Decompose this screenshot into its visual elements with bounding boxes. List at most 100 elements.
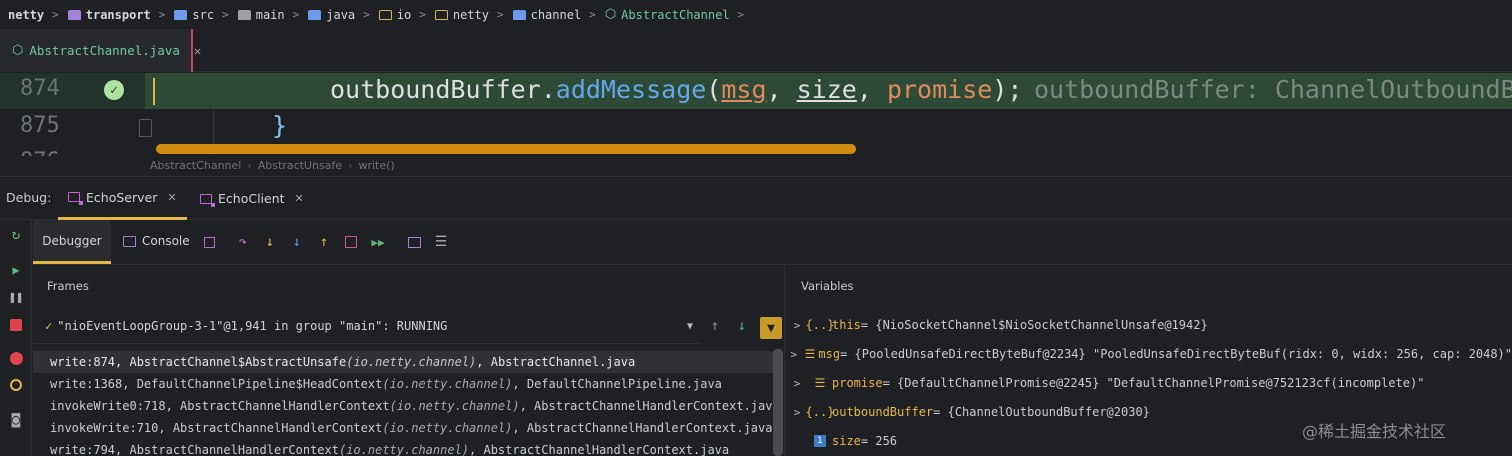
crumb-src[interactable]: src [174,8,214,22]
chevron-right-icon[interactable]: > [786,348,802,361]
object-icon: {..} [805,405,835,419]
step-over-icon[interactable]: ↷ [234,233,252,251]
inline-value-hint: outboundBuffer: ChannelOutboundBu [1034,75,1512,104]
text-caret [153,78,155,105]
mute-breakpoints-icon[interactable] [8,377,24,393]
debug-side-toolbar: ↻ ▶ ❚❚ ◙ [0,220,32,456]
tab-console[interactable]: Console [123,234,190,248]
code-crumb-method[interactable]: write() [358,159,394,172]
step-out-icon[interactable]: ↑ [315,233,333,251]
trace-icon[interactable] [405,233,423,251]
chevron-right-icon: > [589,8,596,21]
crumb-class[interactable]: ⬡ AbstractChannel [605,7,730,22]
code-structure-breadcrumb: AbstractChannel › AbstractUnsafe › write… [150,156,395,174]
variable-row-promise[interactable]: > ☰ promise = {DefaultChannelPromise@224… [786,369,1512,397]
debugger-toolbar: Debugger Console ↷ ↓ ↓ ↑ ▶▶ ☰ [33,220,1512,265]
watermark: @稀土掘金技术社区 [1302,422,1447,441]
chevron-right-icon: > [292,8,300,21]
code-crumb-inner-class[interactable]: AbstractUnsafe [258,159,342,172]
close-icon[interactable]: ✕ [167,191,176,204]
line-number: 874 [20,76,60,101]
stop-icon[interactable] [8,317,24,333]
crumb-project[interactable]: netty [8,8,44,22]
editor-tab-bar: ⬡ AbstractChannel.java ✕ [0,29,1512,72]
breadcrumb: netty > transport > src > main > java > … [0,0,1512,29]
frame-row[interactable]: invokeWrite0:718, AbstractChannelHandler… [33,395,780,417]
abstract-class-icon: ⬡ [604,7,617,22]
crumb-main[interactable]: main [237,8,285,22]
debug-tool-window-header: Debug: EchoServer ✕ EchoClient ✕ [0,176,1512,220]
debug-label: Debug: [6,190,52,205]
package-icon [378,9,392,20]
field-icon: ☰ [804,347,816,361]
module-folder-icon [67,9,81,20]
variable-row-this[interactable]: > {..} this = {NioSocketChannel$NioSocke… [786,311,1512,339]
object-icon: {..} [805,318,835,332]
thread-selector[interactable]: ✓ "nioEventLoopGroup-3-1"@1,941 in group… [33,309,701,344]
code-line-874: outboundBuffer.addMessage(msg, size, pro… [330,75,1023,104]
evaluate-icon[interactable]: ▶▶ [369,233,387,251]
line-number: 875 [20,113,60,138]
layout-icon[interactable] [200,233,218,251]
chevron-right-icon: > [496,8,504,21]
run-to-cursor-icon[interactable] [342,233,360,251]
package-icon [512,9,526,20]
breakpoint-check-icon[interactable]: ✓ [104,80,124,100]
chevron-down-icon: ▼ [686,320,693,332]
frames-scrollbar[interactable] [773,349,783,456]
crumb-netty[interactable]: netty [434,8,489,22]
run-config-icon [200,193,215,207]
crumb-channel[interactable]: channel [512,8,581,22]
tab-debugger[interactable]: Debugger [33,220,111,264]
camera-icon[interactable]: ◙ [8,412,24,428]
close-icon[interactable]: ✕ [295,192,304,205]
fold-marker-icon[interactable] [139,119,152,137]
horizontal-scrollbar[interactable] [156,144,856,154]
filter-icon[interactable]: ▼ [760,317,782,339]
frame-row[interactable]: write:794, AbstractChannelHandlerContext… [33,439,773,456]
rerun-icon[interactable]: ↻ [8,227,24,243]
debug-tab-echoclient[interactable]: EchoClient ✕ [190,177,314,220]
gutter: 874 875 876 ✓ [0,73,214,156]
folder-icon [237,9,251,20]
code-line-875: } [272,111,288,140]
frame-row[interactable]: write:1368, DefaultChannelPipeline$HeadC… [33,373,773,395]
pause-icon[interactable]: ❚❚ [8,289,24,305]
chevron-right-icon: > [419,8,426,21]
view-breakpoints-icon[interactable] [8,350,24,366]
frames-title: Frames [47,279,89,293]
previous-frame-icon[interactable]: ↑ [706,317,724,335]
file-tab-abstractchannel[interactable]: ⬡ AbstractChannel.java ✕ [0,29,201,72]
debug-tab-echoserver[interactable]: EchoServer ✕ [58,177,187,220]
chevron-right-icon: > [222,8,229,21]
force-step-into-icon[interactable]: ↓ [288,233,306,251]
variables-title: Variables [801,279,854,293]
chevron-right-icon[interactable]: > [786,377,808,390]
frames-panel: Frames ✓ "nioEventLoopGroup-3-1"@1,941 i… [33,265,785,456]
close-icon[interactable]: ✕ [194,44,201,58]
chevron-right-icon: > [158,8,166,21]
crumb-io[interactable]: io [378,8,411,22]
crumb-module[interactable]: transport [67,8,151,22]
package-icon [434,9,448,20]
resume-icon[interactable]: ▶ [8,262,24,278]
frame-row[interactable]: write:874, AbstractChannel$AbstractUnsaf… [33,351,773,373]
crumb-java[interactable]: java [308,8,355,22]
source-folder-icon [174,9,188,20]
abstract-class-icon: ⬡ [12,43,24,58]
chevron-right-icon: > [737,8,745,21]
frame-row[interactable]: invokeWrite:710, AbstractChannelHandlerC… [33,417,773,439]
chevron-right-icon: > [363,8,370,21]
field-icon: ☰ [814,376,826,390]
settings-icon[interactable]: ☰ [432,233,450,251]
thread-check-icon: ✓ [45,319,53,333]
run-config-icon [68,192,83,205]
console-icon [123,235,136,247]
line-number: 876 [20,149,60,156]
code-crumb-class[interactable]: AbstractChannel [150,159,241,172]
next-frame-icon[interactable]: ↓ [733,317,751,335]
crumb-separator: › [348,158,353,172]
step-into-icon[interactable]: ↓ [261,233,279,251]
variable-row-msg[interactable]: > ☰ msg = {PooledUnsafeDirectByteBuf@223… [786,340,1512,368]
crumb-separator: › [247,158,252,172]
